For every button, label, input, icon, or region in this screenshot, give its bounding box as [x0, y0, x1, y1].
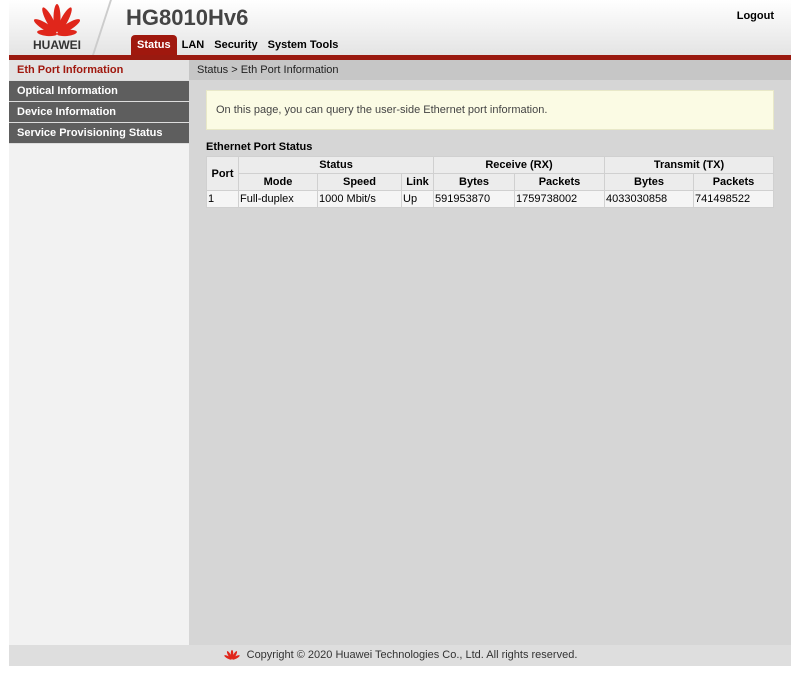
huawei-logo-icon [223, 649, 240, 660]
cell-mode: Full-duplex [238, 190, 318, 208]
footer: Copyright © 2020 Huawei Technologies Co.… [9, 645, 791, 666]
device-title: HG8010Hv6 [126, 5, 249, 30]
eth-port-table: Port Status Receive (RX) Transmit (TX) M… [206, 156, 774, 208]
section-title: Ethernet Port Status [206, 141, 313, 153]
col-group-tx: Transmit (TX) [604, 156, 774, 174]
brand-name: HUAWEI [33, 38, 81, 52]
huawei-logo: HUAWEI [23, 2, 91, 54]
tab-lan[interactable]: LAN [177, 35, 210, 55]
cell-rx-bytes: 591953870 [433, 190, 515, 208]
cell-tx-bytes: 4033030858 [604, 190, 694, 208]
table-row: 1 Full-duplex 1000 Mbit/s Up 591953870 1… [206, 190, 774, 208]
cell-tx-packets: 741498522 [693, 190, 774, 208]
tab-security[interactable]: Security [209, 35, 262, 55]
cell-port: 1 [206, 190, 239, 208]
col-tx-bytes: Bytes [604, 173, 694, 191]
divider [92, 0, 112, 55]
copyright-text: Copyright © 2020 Huawei Technologies Co.… [246, 649, 578, 661]
info-box: On this page, you can query the user-sid… [206, 90, 774, 130]
sidebar-item-device[interactable]: Device Information [9, 102, 189, 123]
huawei-petals-icon [33, 4, 81, 37]
tab-system-tools[interactable]: System Tools [263, 35, 344, 55]
sidebar-item-eth-port[interactable]: Eth Port Information [9, 60, 189, 81]
page: HUAWEI HG8010Hv6 Logout Status LAN Secur… [9, 0, 791, 666]
col-port: Port [206, 156, 239, 191]
breadcrumb: Status > Eth Port Information [189, 60, 791, 80]
col-mode: Mode [238, 173, 318, 191]
main-nav: Status LAN Security System Tools [131, 35, 343, 55]
header: HUAWEI HG8010Hv6 Logout Status LAN Secur… [9, 0, 791, 55]
cell-speed: 1000 Mbit/s [317, 190, 402, 208]
col-rx-bytes: Bytes [433, 173, 515, 191]
sidebar-item-service-provisioning[interactable]: Service Provisioning Status [9, 123, 189, 144]
logout-link[interactable]: Logout [737, 10, 774, 22]
col-group-status: Status [238, 156, 434, 174]
col-link: Link [401, 173, 434, 191]
cell-link: Up [401, 190, 434, 208]
col-group-rx: Receive (RX) [433, 156, 605, 174]
col-tx-packets: Packets [693, 173, 774, 191]
tab-status[interactable]: Status [131, 35, 177, 55]
sidebar-item-optical[interactable]: Optical Information [9, 81, 189, 102]
sidebar: Eth Port Information Optical Information… [9, 60, 189, 645]
main-content: Status > Eth Port Information On this pa… [189, 60, 791, 645]
col-speed: Speed [317, 173, 402, 191]
cell-rx-packets: 1759738002 [514, 190, 605, 208]
col-rx-packets: Packets [514, 173, 605, 191]
